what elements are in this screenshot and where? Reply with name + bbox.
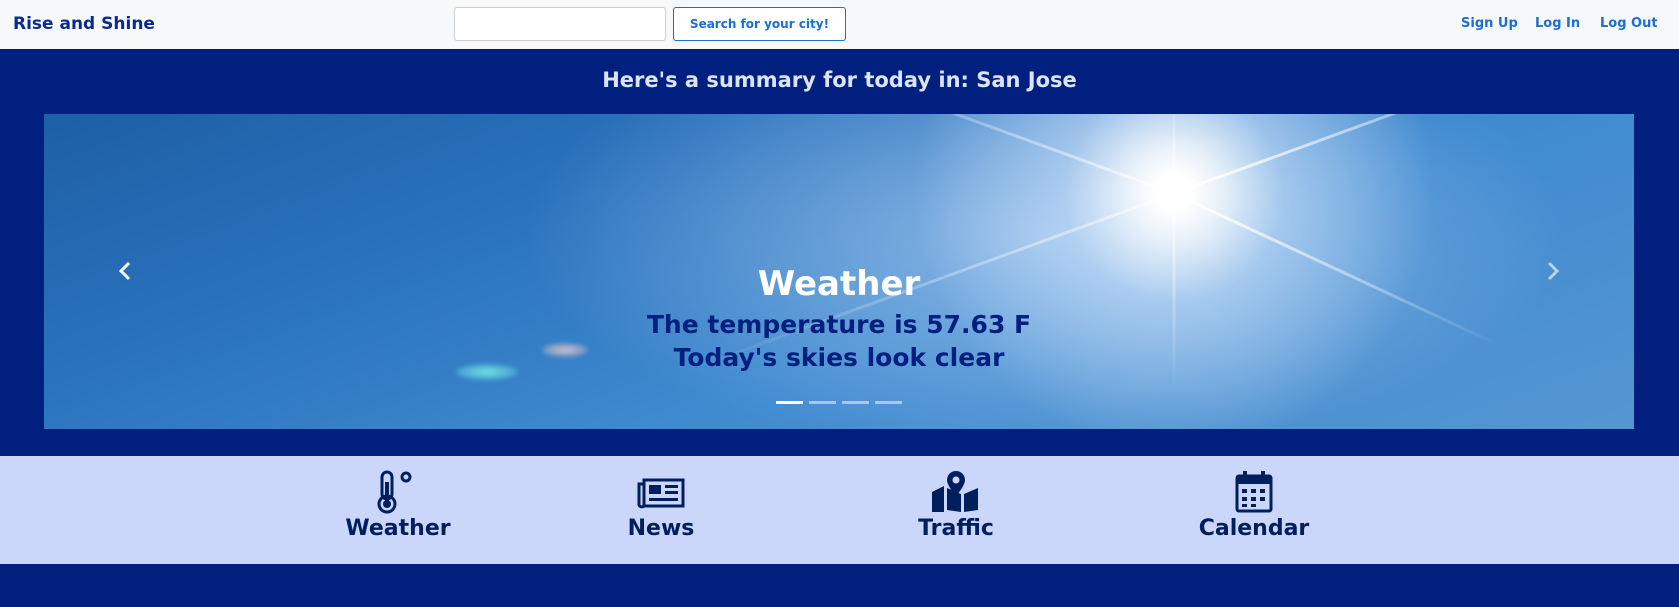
sign-up-link[interactable]: Sign Up [1461,16,1518,31]
thermometer-icon [377,470,412,514]
sun-ray [816,114,1175,195]
temperature-text: The temperature is 57.63 F [646,310,1032,339]
sun-ray [1173,114,1570,195]
weather-carousel: Weather The temperature is 57.63 F Today… [44,114,1634,429]
feature-bar: Weather News Traffic Calendar [0,456,1679,564]
news-feature-label: News [627,516,695,541]
sun-ray [1172,114,1176,194]
carousel-indicator[interactable] [809,401,836,404]
carousel-indicator[interactable] [842,401,869,404]
traffic-feature-label: Traffic [918,516,994,541]
search-city-button[interactable]: Search for your city! [673,7,846,41]
map-marker-icon [932,471,978,512]
slide-title: Weather [757,264,921,304]
news-feature-link[interactable]: News [581,470,741,541]
weather-feature-link[interactable]: Weather [318,470,478,541]
carousel-indicators [776,401,902,404]
sky-condition-text: Today's skies look clear [673,343,1005,372]
calendar-feature-link[interactable]: Calendar [1174,470,1334,541]
carousel-indicator[interactable] [875,401,902,404]
weather-feature-label: Weather [345,516,451,541]
brand-link[interactable]: Rise and Shine [13,14,155,34]
log-out-link[interactable]: Log Out [1600,16,1658,31]
summary-headline: Here's a summary for today in: San Jose [602,68,1077,92]
log-in-link[interactable]: Log In [1535,16,1580,31]
calendar-icon [1235,471,1273,513]
city-search-input[interactable] [454,7,666,41]
navbar: Rise and Shine Search for your city! Sig… [0,0,1679,49]
traffic-feature-link[interactable]: Traffic [876,470,1036,541]
carousel-indicator[interactable] [776,401,803,404]
newspaper-icon [637,478,685,509]
calendar-feature-label: Calendar [1198,516,1310,541]
